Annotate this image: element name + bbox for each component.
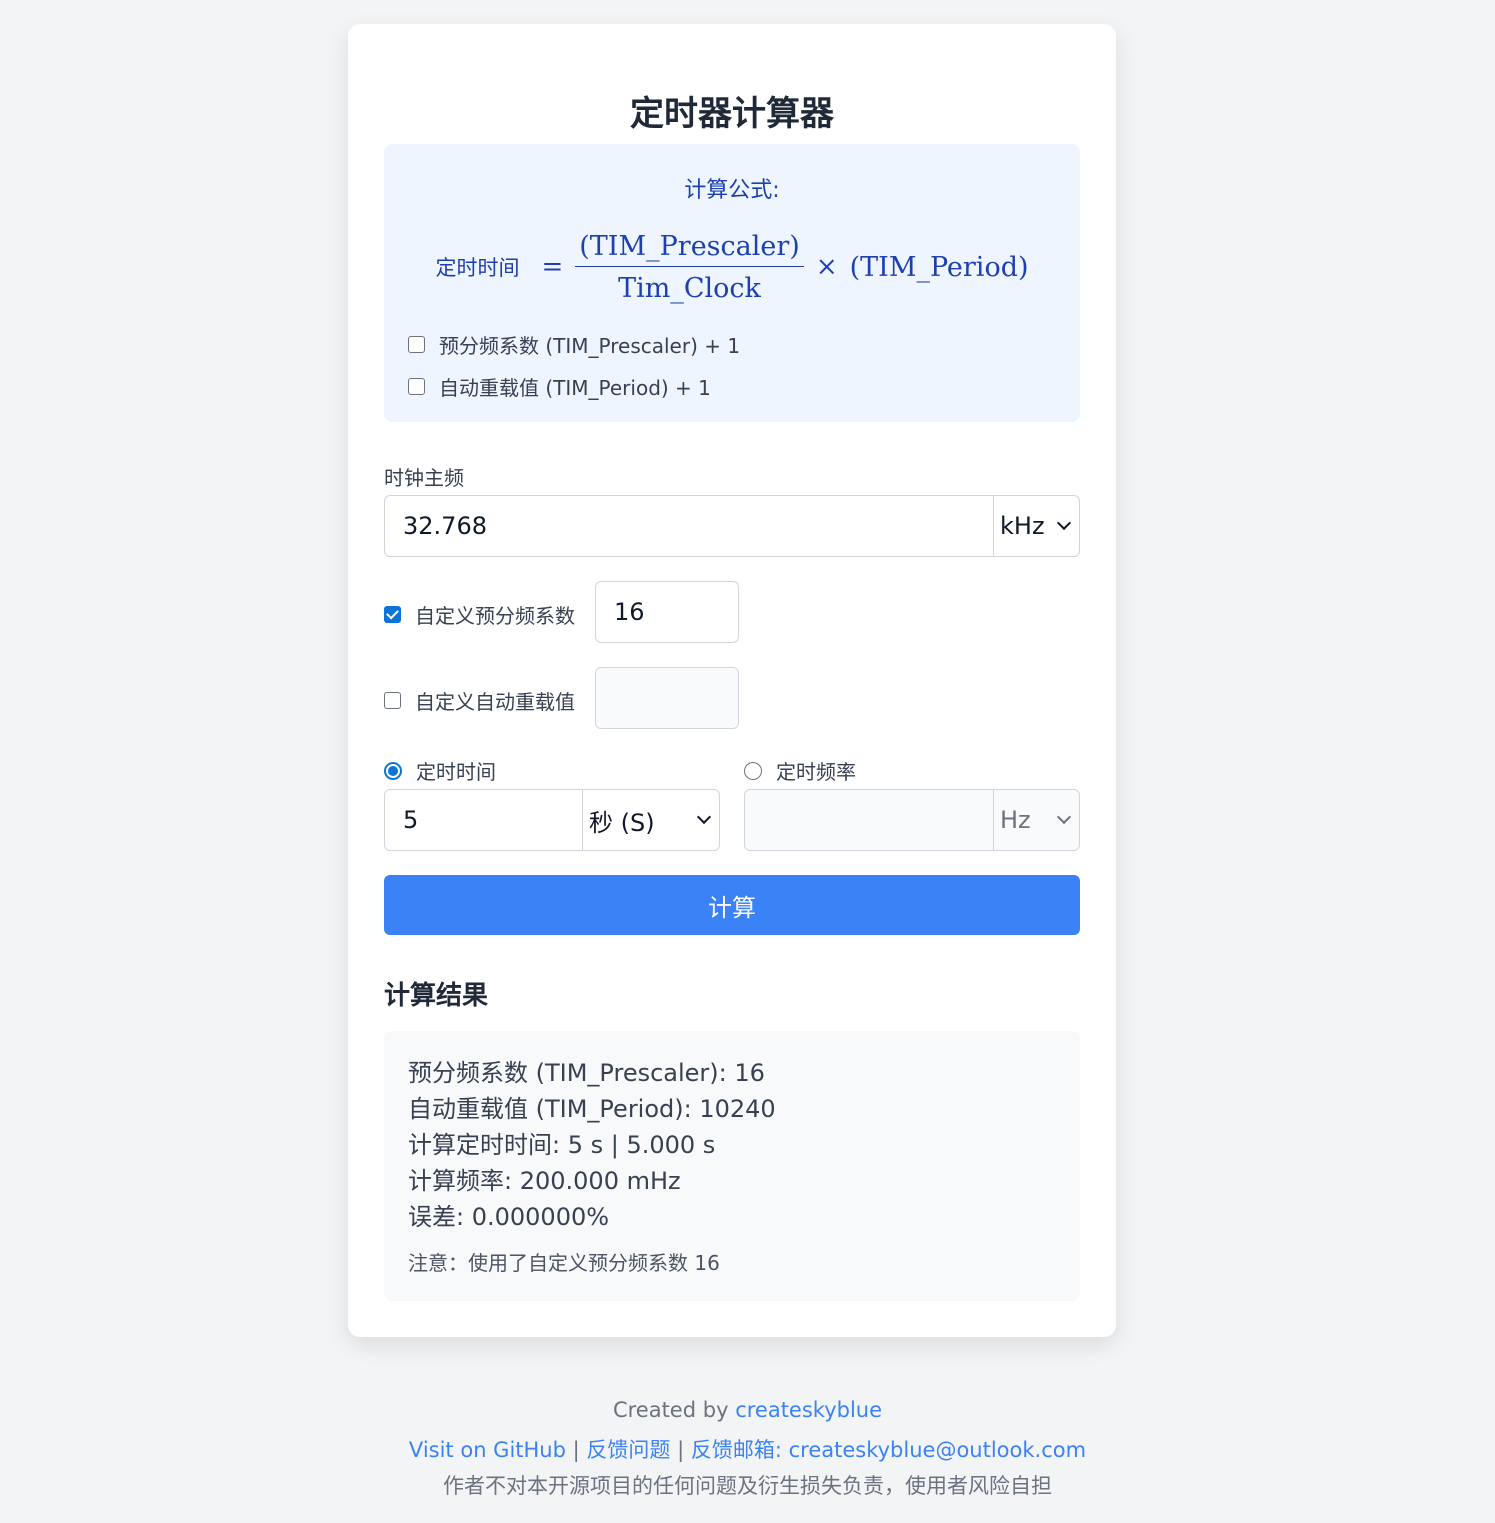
feedback-link[interactable]: 反馈问题 [586, 1438, 670, 1462]
freq-unit-select[interactable]: Hz [993, 790, 1079, 850]
mode-time-radio-row[interactable]: 定时时间 [384, 756, 496, 785]
result-period: 自动重载值 (TIM_Period): 10240 [408, 1095, 776, 1123]
clock-unit-value: kHz [1000, 512, 1045, 540]
chevron-down-icon [696, 809, 712, 825]
result-frequency: 计算频率: 200.000 mHz [408, 1167, 681, 1195]
mode-time-label: 定时时间 [416, 760, 496, 784]
result-time: 计算定时时间: 5 s | 5.000 s [408, 1131, 716, 1159]
freq-unit-value: Hz [1000, 806, 1031, 834]
footer-credit: Created by createskyblue [0, 1398, 1495, 1422]
time-unit-select[interactable]: 秒 (S) [582, 790, 719, 850]
freq-input[interactable] [745, 790, 993, 850]
custom-prescaler-label: 自定义预分频系数 [415, 604, 575, 628]
period-plus-one-option[interactable]: 自动重载值 (TIM_Period) + 1 [408, 372, 711, 401]
custom-period-input[interactable] [595, 667, 739, 729]
clock-input-group: 32.768 kHz [384, 495, 1080, 557]
result-note: 注意：使用了自定义预分频系数 16 [408, 1251, 720, 1275]
custom-period-checkbox[interactable] [384, 692, 401, 709]
chevron-down-icon [1056, 809, 1072, 825]
github-link[interactable]: Visit on GitHub [409, 1438, 566, 1462]
time-input-group: 5 秒 (S) [384, 789, 720, 851]
calculate-button[interactable]: 计算 [384, 875, 1080, 935]
formula-equals: = [541, 252, 564, 282]
formula-panel: 计算公式: 定时时间 = (TIM_Prescaler) Tim_Clock ×… [384, 144, 1080, 422]
mode-freq-radio-row[interactable]: 定时频率 [744, 756, 856, 785]
custom-prescaler-option[interactable]: 自定义预分频系数 [384, 600, 575, 629]
footer-author-link[interactable]: createskyblue [735, 1398, 882, 1422]
footer-separator: | [677, 1438, 685, 1462]
calculator-card: 定时器计算器 计算公式: 定时时间 = (TIM_Prescaler) Tim_… [348, 24, 1116, 1337]
formula-times: × [815, 252, 838, 282]
result-prescaler: 预分频系数 (TIM_Prescaler): 16 [408, 1059, 765, 1087]
chevron-down-icon [1056, 515, 1072, 531]
page-title: 定时器计算器 [630, 94, 834, 134]
formula-rhs: (TIM_Period) [849, 251, 1029, 283]
formula-lhs: 定时时间 [435, 256, 520, 280]
custom-period-option[interactable]: 自定义自动重载值 [384, 686, 575, 715]
formula-numerator: (TIM_Prescaler) [575, 231, 804, 267]
footer-disclaimer: 作者不对本开源项目的任何问题及衍生损失负责，使用者风险自担 [443, 1474, 1052, 1498]
period-plus-one-label: 自动重载值 (TIM_Period) + 1 [439, 376, 711, 400]
formula-fraction: (TIM_Prescaler) Tim_Clock [575, 231, 804, 304]
mode-time-radio[interactable] [384, 761, 402, 780]
period-plus-one-checkbox[interactable] [408, 378, 425, 395]
freq-input-group: Hz [744, 789, 1080, 851]
clock-unit-select[interactable]: kHz [993, 496, 1079, 556]
prescaler-plus-one-option[interactable]: 预分频系数 (TIM_Prescaler) + 1 [408, 330, 740, 359]
custom-prescaler-input[interactable]: 16 [595, 581, 739, 643]
footer-created-by: Created by [612, 1398, 729, 1422]
mode-freq-label: 定时频率 [776, 760, 856, 784]
feedback-email-link[interactable]: 反馈邮箱: createskyblue@outlook.com [691, 1438, 1086, 1462]
formula-expression: 定时时间 = (TIM_Prescaler) Tim_Clock × (TIM_… [384, 230, 1080, 304]
prescaler-plus-one-label: 预分频系数 (TIM_Prescaler) + 1 [439, 334, 741, 358]
clock-input[interactable]: 32.768 [385, 496, 993, 556]
clock-label: 时钟主频 [384, 466, 464, 490]
formula-heading: 计算公式: [684, 178, 780, 203]
custom-prescaler-checkbox[interactable] [384, 606, 401, 623]
result-panel: 预分频系数 (TIM_Prescaler): 16 自动重载值 (TIM_Per… [384, 1031, 1080, 1301]
formula-denominator: Tim_Clock [618, 272, 761, 304]
result-error: 误差: 0.000000% [408, 1203, 610, 1231]
footer-separator: | [572, 1438, 580, 1462]
prescaler-plus-one-checkbox[interactable] [408, 336, 425, 353]
mode-freq-radio[interactable] [744, 761, 762, 780]
time-input[interactable]: 5 [385, 790, 582, 850]
footer-links: Visit on GitHub | 反馈问题 | 反馈邮箱: createsky… [0, 1434, 1495, 1464]
time-unit-value: 秒 (S) [589, 808, 655, 837]
result-heading: 计算结果 [384, 981, 489, 1011]
custom-period-label: 自定义自动重载值 [415, 690, 575, 714]
